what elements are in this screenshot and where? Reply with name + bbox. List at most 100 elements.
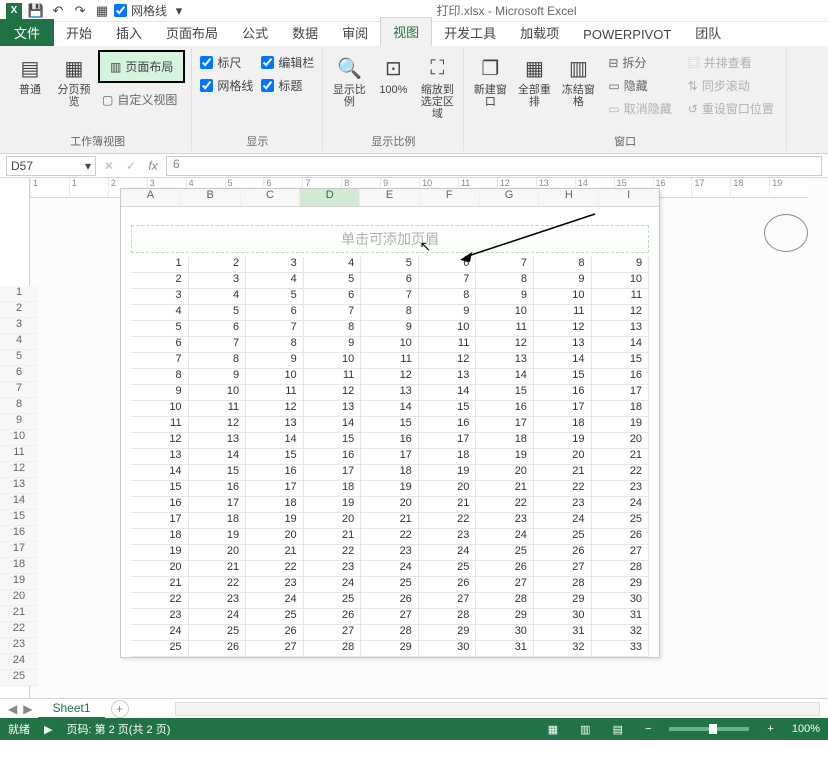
cell[interactable]: 20 bbox=[246, 529, 304, 545]
cell[interactable]: 8 bbox=[361, 305, 419, 321]
column-header-B[interactable]: B bbox=[181, 189, 241, 206]
pagebreak-view-button[interactable]: ▦分页预览 bbox=[54, 50, 94, 112]
status-macro-icon[interactable]: ▶ bbox=[44, 723, 52, 736]
cell[interactable]: 29 bbox=[534, 593, 592, 609]
column-header-D[interactable]: D bbox=[300, 189, 360, 206]
cell[interactable]: 19 bbox=[361, 481, 419, 497]
cell[interactable]: 26 bbox=[476, 561, 534, 577]
row-header[interactable]: 13 bbox=[0, 478, 38, 494]
cell[interactable]: 11 bbox=[592, 289, 650, 305]
cell[interactable]: 17 bbox=[592, 385, 650, 401]
cell[interactable]: 26 bbox=[419, 577, 477, 593]
cell[interactable]: 22 bbox=[304, 545, 362, 561]
cell[interactable]: 16 bbox=[476, 401, 534, 417]
cell[interactable]: 24 bbox=[361, 561, 419, 577]
cell[interactable]: 17 bbox=[189, 497, 247, 513]
cell[interactable]: 11 bbox=[131, 417, 189, 433]
cell[interactable]: 9 bbox=[131, 385, 189, 401]
ruler-check[interactable]: 标尺 bbox=[200, 54, 253, 71]
cancel-edit-icon[interactable]: ✕ bbox=[100, 159, 118, 173]
cell[interactable]: 19 bbox=[131, 545, 189, 561]
cell[interactable]: 21 bbox=[534, 465, 592, 481]
cell[interactable]: 25 bbox=[246, 609, 304, 625]
cell[interactable]: 20 bbox=[534, 449, 592, 465]
cell[interactable]: 27 bbox=[419, 593, 477, 609]
cell[interactable]: 21 bbox=[592, 449, 650, 465]
cell[interactable]: 9 bbox=[361, 321, 419, 337]
cell[interactable]: 28 bbox=[304, 641, 362, 657]
cell[interactable]: 25 bbox=[189, 625, 247, 641]
cell[interactable]: 24 bbox=[189, 609, 247, 625]
cell[interactable]: 5 bbox=[131, 321, 189, 337]
cell[interactable]: 17 bbox=[476, 417, 534, 433]
row-header[interactable]: 10 bbox=[0, 430, 38, 446]
cell[interactable]: 7 bbox=[246, 321, 304, 337]
cell[interactable]: 12 bbox=[361, 369, 419, 385]
column-header-F[interactable]: F bbox=[420, 189, 480, 206]
cell[interactable]: 12 bbox=[131, 433, 189, 449]
cell[interactable]: 10 bbox=[534, 289, 592, 305]
cell[interactable]: 13 bbox=[419, 369, 477, 385]
cell[interactable]: 14 bbox=[592, 337, 650, 353]
zoom-in-button[interactable]: + bbox=[763, 723, 777, 735]
column-header-E[interactable]: E bbox=[360, 189, 420, 206]
cell[interactable]: 9 bbox=[592, 257, 650, 273]
cell[interactable]: 21 bbox=[361, 513, 419, 529]
cell[interactable]: 18 bbox=[476, 433, 534, 449]
column-header-I[interactable]: I bbox=[599, 189, 659, 206]
sheet-nav-prev-icon[interactable]: ◀ bbox=[8, 702, 17, 716]
cell[interactable]: 8 bbox=[246, 337, 304, 353]
cell[interactable]: 21 bbox=[189, 561, 247, 577]
cell[interactable]: 8 bbox=[419, 289, 477, 305]
page-layout-view-button[interactable]: ▥页面布局 bbox=[98, 50, 185, 83]
cell[interactable]: 24 bbox=[592, 497, 650, 513]
cell[interactable]: 5 bbox=[189, 305, 247, 321]
cell[interactable]: 22 bbox=[592, 465, 650, 481]
tab-insert[interactable]: 插入 bbox=[104, 19, 154, 46]
cell[interactable]: 17 bbox=[361, 449, 419, 465]
cell[interactable]: 12 bbox=[419, 353, 477, 369]
cell[interactable]: 25 bbox=[534, 529, 592, 545]
cell[interactable]: 15 bbox=[304, 433, 362, 449]
cell[interactable]: 16 bbox=[592, 369, 650, 385]
qat-gridlines-check[interactable]: 网格线 bbox=[114, 2, 167, 19]
cell[interactable]: 19 bbox=[189, 529, 247, 545]
cell[interactable]: 22 bbox=[189, 577, 247, 593]
formula-bar[interactable]: 6 bbox=[166, 156, 822, 176]
zoom-100-button[interactable]: ⊡100% bbox=[373, 50, 413, 100]
column-header-C[interactable]: C bbox=[241, 189, 301, 206]
cell[interactable]: 11 bbox=[534, 305, 592, 321]
cell[interactable]: 29 bbox=[419, 625, 477, 641]
cell[interactable]: 7 bbox=[361, 289, 419, 305]
cell[interactable]: 22 bbox=[246, 561, 304, 577]
cell[interactable]: 33 bbox=[592, 641, 650, 657]
cell[interactable]: 24 bbox=[476, 529, 534, 545]
cell[interactable]: 20 bbox=[419, 481, 477, 497]
cell[interactable]: 8 bbox=[189, 353, 247, 369]
row-header[interactable]: 20 bbox=[0, 590, 38, 606]
cell[interactable]: 16 bbox=[189, 481, 247, 497]
row-header[interactable]: 14 bbox=[0, 494, 38, 510]
cell[interactable]: 17 bbox=[534, 401, 592, 417]
cell[interactable]: 27 bbox=[361, 609, 419, 625]
cell[interactable]: 16 bbox=[419, 417, 477, 433]
cell[interactable]: 11 bbox=[189, 401, 247, 417]
cell[interactable]: 9 bbox=[304, 337, 362, 353]
cell[interactable]: 18 bbox=[189, 513, 247, 529]
cell[interactable]: 26 bbox=[304, 609, 362, 625]
cell[interactable]: 31 bbox=[592, 609, 650, 625]
freeze-panes-button[interactable]: ▥冻结窗格 bbox=[558, 50, 598, 112]
hide-button[interactable]: ▭隐藏 bbox=[604, 75, 675, 96]
cell[interactable]: 13 bbox=[246, 417, 304, 433]
split-button[interactable]: ⊟拆分 bbox=[604, 52, 675, 73]
cell[interactable]: 23 bbox=[592, 481, 650, 497]
cell[interactable]: 26 bbox=[189, 641, 247, 657]
data-grid[interactable]: 1234567892345678910345678910114567891011… bbox=[131, 257, 649, 657]
cell[interactable]: 17 bbox=[131, 513, 189, 529]
cell[interactable]: 20 bbox=[476, 465, 534, 481]
borders-icon[interactable]: ▦ bbox=[92, 1, 112, 21]
cell[interactable]: 23 bbox=[361, 545, 419, 561]
cell[interactable]: 28 bbox=[476, 593, 534, 609]
cell[interactable]: 7 bbox=[419, 273, 477, 289]
cell[interactable]: 15 bbox=[361, 417, 419, 433]
